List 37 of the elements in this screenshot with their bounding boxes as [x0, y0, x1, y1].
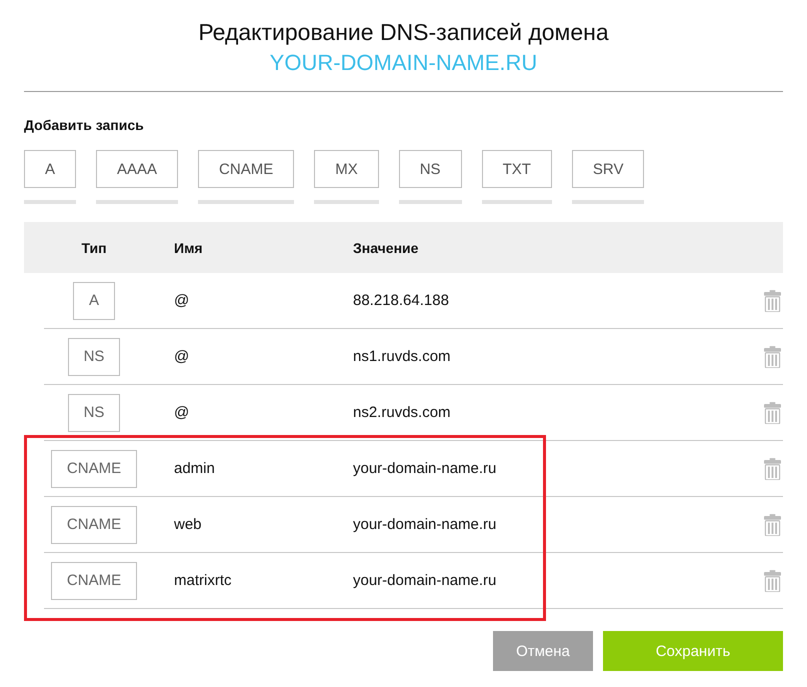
table-cell: your-domain-name.ru: [353, 572, 496, 589]
record-type-button[interactable]: MX: [314, 150, 379, 188]
table-cell: ns1.ruvds.com: [353, 348, 451, 365]
record-type-tag: A: [72, 282, 115, 320]
table-cell: your-domain-name.ru: [353, 460, 496, 477]
trash-icon[interactable]: [764, 290, 781, 312]
trash-icon[interactable]: [764, 458, 781, 480]
table-cell: admin: [174, 460, 215, 477]
trash-icon[interactable]: [764, 570, 781, 592]
record-type-button[interactable]: AAAA: [96, 150, 178, 188]
record-type-tag: CNAME: [50, 506, 138, 544]
record-type-tag: NS: [68, 338, 120, 376]
section-label: Добавить запись: [24, 116, 144, 134]
dialog-title: Редактирование DNS-записей домена: [198, 18, 609, 47]
domain-name: YOUR-DOMAIN-NAME.RU: [270, 49, 538, 77]
column-header: Имя: [174, 240, 203, 256]
record-type-button[interactable]: CNAME: [198, 150, 294, 188]
table-cell: your-domain-name.ru: [353, 516, 496, 533]
table-cell: matrixrtc: [174, 572, 232, 589]
table-cell: @: [174, 404, 190, 421]
record-type-button[interactable]: TXT: [482, 150, 552, 188]
table-cell: web: [174, 516, 202, 533]
trash-icon[interactable]: [764, 402, 781, 424]
column-header: Тип: [81, 240, 107, 256]
record-type-button[interactable]: NS: [398, 150, 462, 188]
trash-icon[interactable]: [764, 514, 781, 536]
record-type-button[interactable]: SRV: [572, 150, 644, 188]
table-cell: @: [174, 348, 190, 365]
record-type-button[interactable]: A: [24, 150, 76, 188]
table-cell: 88.218.64.188: [353, 292, 449, 309]
record-type-tag: CNAME: [50, 450, 138, 488]
table-cell: ns2.ruvds.com: [353, 404, 451, 421]
record-type-tag: CNAME: [50, 562, 138, 600]
table-cell: @: [174, 292, 190, 309]
record-type-tag: NS: [68, 394, 120, 432]
trash-icon[interactable]: [764, 346, 781, 368]
column-header: Значение: [353, 240, 418, 256]
